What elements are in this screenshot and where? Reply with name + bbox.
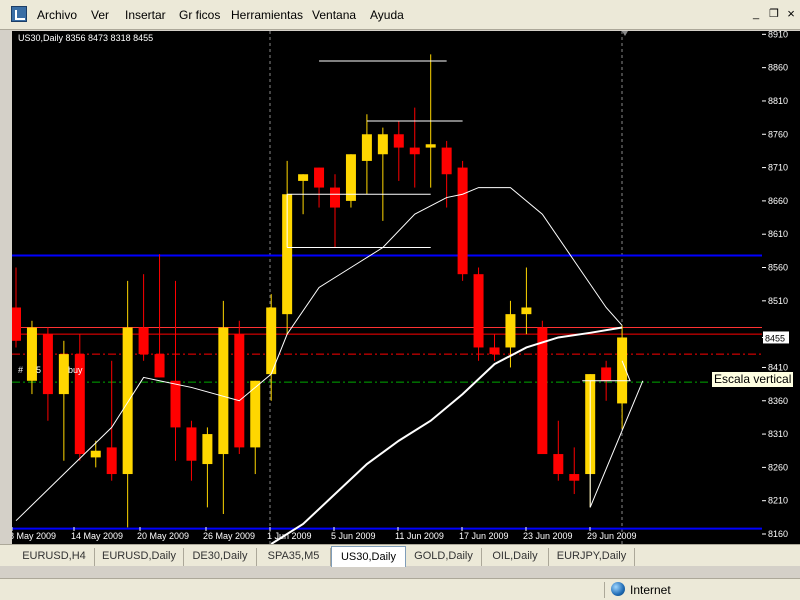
candle-body-32 [521,307,532,315]
y-tick-label-5: 8660 [768,196,788,206]
y-tick-label-2: 8810 [768,96,788,106]
candle-body-24 [393,134,404,148]
candle-body-12 [202,434,213,465]
y-tick-label-14: 8210 [768,496,788,506]
tab-eurjpy-daily[interactable]: EURJPY,Daily [549,548,635,566]
x-tick-label-5: 5 Jun 2009 [331,531,376,541]
menu-archivo[interactable]: Archivo [37,8,77,22]
current-price-label: 8455 [765,333,785,343]
candle-body-11 [186,427,197,461]
candle-body-26 [425,144,436,148]
tab-eurusd-h4[interactable]: EURUSD,H4 [14,548,95,566]
globe-icon [611,582,625,596]
candle-body-9 [154,354,165,378]
tab-gold-daily[interactable]: GOLD,Daily [406,548,482,566]
candle-body-7 [122,327,133,475]
candle-body-10 [170,380,181,428]
candle-body-34 [553,454,564,475]
candle-body-8 [138,327,149,355]
restore-icon[interactable]: ❐ [766,8,782,22]
y-tick-label-3: 8760 [768,129,788,139]
y-tick-label-12: 8310 [768,429,788,439]
menu-graficos[interactable]: Gr ficos [179,8,220,22]
candle-body-23 [377,134,388,155]
x-tick-label-6: 11 Jun 2009 [395,531,444,541]
close-icon[interactable]: × [783,7,799,22]
menu-ayuda[interactable]: Ayuda [370,8,404,22]
y-tick-label-15: 8160 [768,529,788,539]
x-tick-label-9: 29 Jun 2009 [587,531,637,541]
menu-herramientas[interactable]: Herramientas [231,8,303,22]
symbol-tabs: EURUSD,H4 EURUSD,Daily DE30,Daily SPA35,… [0,544,800,567]
y-tick-label-7: 8560 [768,263,788,273]
tooltip-vertical-scale: Escala vertical [711,371,795,388]
candle-body-31 [505,314,516,348]
minimize-icon[interactable]: _ [748,8,764,22]
candle-body-14 [234,334,245,448]
y-tick-label-1: 8860 [768,63,788,73]
candle-body-33 [537,327,548,455]
app-icon[interactable] [11,6,27,22]
candle-body-27 [441,147,452,175]
moving-average-line-1 [270,326,623,544]
candle-body-20 [330,187,340,208]
tab-eurusd-daily[interactable]: EURUSD,Daily [95,548,184,566]
status-bar: Internet [0,578,800,600]
candle-body-29 [473,274,484,348]
tab-oil-daily[interactable]: OIL,Daily [482,548,549,566]
order-label-partial: 5 [36,365,41,375]
candle-body-2 [42,334,53,395]
x-tick-label-0: 8 May 2009 [12,531,56,541]
y-tick-label-8: 8510 [768,296,788,306]
y-tick-label-0: 8910 [768,31,788,39]
order-label: # [18,365,23,375]
candle-body-13 [218,327,229,455]
x-tick-label-8: 23 Jun 2009 [523,531,573,541]
candle-body-22 [361,134,372,161]
y-tick-label-13: 8260 [768,462,788,472]
candle-body-19 [314,167,325,188]
candle-body-30 [489,347,500,355]
status-zone: Internet [630,583,671,597]
tab-us30-daily[interactable]: US30,Daily [331,546,406,567]
menu-ver[interactable]: Ver [91,8,109,22]
chart-header: US30,Daily 8356 8473 8318 8455 [18,33,153,43]
x-tick-label-4: 1 Jun 2009 [267,531,312,541]
chart-shift-marker-icon[interactable] [622,31,628,36]
candle-body-0 [12,307,21,341]
x-tick-label-3: 26 May 2009 [203,531,255,541]
x-tick-label-7: 17 Jun 2009 [459,531,509,541]
menu-bar: Archivo Ver Insertar Gr ficos Herramient… [0,0,800,30]
tab-de30-daily[interactable]: DE30,Daily [184,548,257,566]
candle-body-6 [106,447,117,475]
candle-body-5 [90,450,101,458]
chart-window[interactable]: 8910 8860 8810 8760 8710 8660 8610 8560 8510 8455… [12,31,800,544]
price-chart[interactable]: 8910 8860 8810 8760 8710 8660 8610 8560 8510 8455… [12,31,800,544]
order-label-tail: buy [68,365,83,375]
candle-body-35 [569,474,580,481]
annotation-trend-line [589,380,644,508]
candle-body-28 [457,167,468,275]
x-tick-label-1: 14 May 2009 [71,531,123,541]
y-tick-label-4: 8710 [768,163,788,173]
candle-body-37 [601,367,612,381]
tab-spa35-m5[interactable]: SPA35,M5 [257,548,331,566]
menu-insertar[interactable]: Insertar [125,8,166,22]
candle-body-18 [298,174,309,181]
candle-body-25 [409,147,420,155]
y-tick-label-11: 8360 [768,396,788,406]
status-separator [604,582,605,598]
x-tick-label-2: 20 May 2009 [137,531,189,541]
y-tick-label-6: 8610 [768,229,788,239]
menu-ventana[interactable]: Ventana [312,8,356,22]
